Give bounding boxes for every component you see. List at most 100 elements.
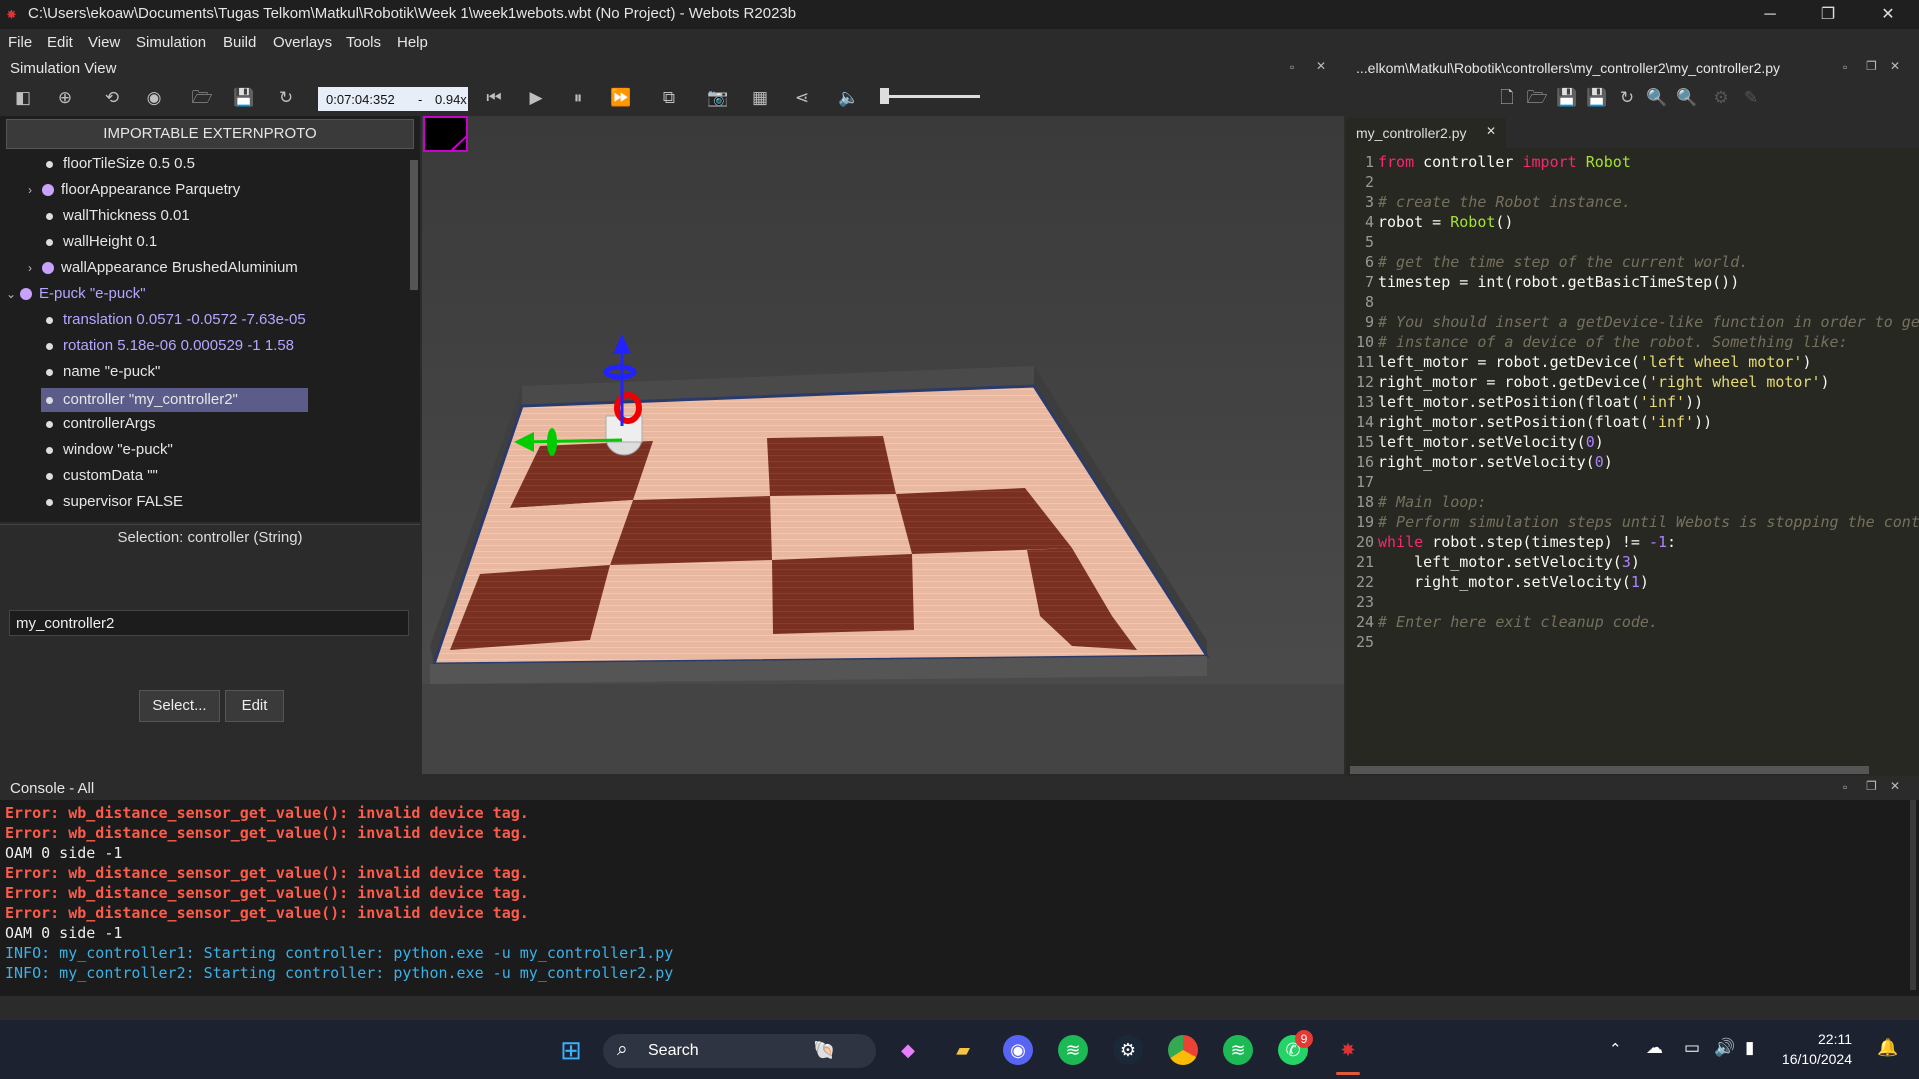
record-movie-icon[interactable]: ▦ bbox=[749, 87, 771, 109]
restore-button[interactable]: ❐ bbox=[1800, 0, 1856, 29]
code-line: 12 right_motor = robot.getDevice('right w… bbox=[1355, 373, 1830, 391]
float-panel-icon[interactable]: ▫ bbox=[1290, 60, 1294, 74]
tree-item-custom-data[interactable]: customData "" bbox=[46, 467, 158, 491]
tree-item-supervisor[interactable]: supervisor FALSE bbox=[46, 493, 183, 517]
network-icon[interactable]: ▭ bbox=[1684, 1038, 1700, 1058]
revert-icon[interactable]: ↻ bbox=[1616, 87, 1638, 109]
tree-item-rotation[interactable]: rotation 5.18e-06 0.000529 -1 1.58 bbox=[46, 337, 294, 361]
discord-icon[interactable]: ◉ bbox=[1003, 1035, 1033, 1065]
save-as-icon[interactable]: 💾 bbox=[1586, 87, 1608, 109]
camera-overlay[interactable] bbox=[423, 116, 468, 152]
menu-overlays[interactable]: Overlays bbox=[273, 34, 332, 51]
z-rotation-handle[interactable] bbox=[603, 364, 637, 380]
close-panel-icon[interactable]: ✕ bbox=[1890, 59, 1900, 73]
mute-icon[interactable]: 🔈 bbox=[838, 87, 860, 109]
save-world-icon[interactable]: 💾 bbox=[233, 87, 255, 109]
tree-scrollbar[interactable] bbox=[410, 160, 418, 290]
3d-scene[interactable] bbox=[422, 116, 1344, 774]
screenshot-icon[interactable]: 📷 bbox=[707, 87, 729, 109]
webots-icon[interactable]: ✸ bbox=[1333, 1035, 1363, 1065]
open-file-icon[interactable]: 🗁 bbox=[1526, 87, 1548, 109]
select-button[interactable]: Select... bbox=[139, 690, 220, 722]
show-hidden-icons[interactable]: ⌃ bbox=[1609, 1040, 1622, 1058]
menu-tools[interactable]: Tools bbox=[346, 34, 381, 51]
reset-simulation-icon[interactable]: ⏮ bbox=[483, 87, 505, 109]
reload-world-icon[interactable]: ↻ bbox=[275, 87, 297, 109]
expand-arrow-icon[interactable]: › bbox=[28, 183, 42, 197]
controller-field-input[interactable]: my_controller2 bbox=[9, 610, 409, 636]
menu-view[interactable]: View bbox=[88, 34, 120, 51]
spotify-icon[interactable]: ≋ bbox=[1223, 1035, 1253, 1065]
clean-icon[interactable]: ✎ bbox=[1740, 87, 1762, 109]
add-node-icon[interactable]: ⊕ bbox=[54, 87, 76, 109]
volume-icon[interactable]: 🔊 bbox=[1714, 1038, 1735, 1058]
battery-icon[interactable]: ▮ bbox=[1745, 1038, 1754, 1058]
tree-item-name[interactable]: name "e-puck" bbox=[46, 363, 160, 387]
tree-item-controller-args[interactable]: controllerArgs bbox=[46, 415, 156, 439]
3d-view[interactable] bbox=[422, 116, 1344, 774]
save-file-icon[interactable]: 💾 bbox=[1556, 87, 1578, 109]
fast-forward-icon[interactable]: ⏩ bbox=[610, 87, 632, 109]
close-panel-icon[interactable]: ✕ bbox=[1890, 779, 1900, 793]
new-file-icon[interactable]: 🗋 bbox=[1496, 87, 1518, 109]
menu-build[interactable]: Build bbox=[223, 34, 256, 51]
tab-label: my_controller2.py bbox=[1356, 125, 1467, 141]
menu-file[interactable]: File bbox=[8, 34, 32, 51]
maximize-panel-icon[interactable]: ❐ bbox=[1866, 59, 1877, 73]
step-icon[interactable]: ▶ bbox=[525, 87, 547, 109]
collapse-arrow-icon[interactable]: ⌄ bbox=[6, 287, 20, 301]
tree-item-epuck[interactable]: ⌄ E-puck "e-puck" bbox=[6, 285, 146, 309]
find-icon[interactable]: 🔍 bbox=[1646, 87, 1668, 109]
tree-item-translation[interactable]: translation 0.0571 -0.0572 -7.63e-05 bbox=[46, 311, 306, 335]
share-icon[interactable]: ⋖ bbox=[791, 87, 813, 109]
cloud-offline-icon[interactable]: ☁ bbox=[1646, 1038, 1663, 1058]
float-panel-icon[interactable]: ▫ bbox=[1843, 60, 1847, 74]
close-panel-icon[interactable]: ✕ bbox=[1316, 59, 1326, 73]
tab-my-controller2[interactable]: my_controller2.py ✕ bbox=[1346, 118, 1506, 148]
build-icon[interactable]: ⚙ bbox=[1710, 87, 1732, 109]
expand-arrow-icon[interactable]: › bbox=[28, 261, 42, 275]
y-axis-handle[interactable] bbox=[521, 438, 623, 444]
volume-slider[interactable] bbox=[880, 95, 980, 98]
open-world-icon[interactable]: 🗁 bbox=[191, 87, 213, 109]
pause-icon[interactable]: ⏸ bbox=[567, 87, 589, 109]
taskbar-search[interactable]: ⌕ Search 🐚 bbox=[603, 1034, 876, 1068]
chrome-icon[interactable] bbox=[1168, 1035, 1198, 1065]
tree-item-floor-appearance[interactable]: › floorAppearance Parquetry bbox=[28, 181, 240, 205]
menu-simulation[interactable]: Simulation bbox=[136, 34, 206, 51]
tree-item-wall-appearance[interactable]: › wallAppearance BrushedAluminium bbox=[28, 259, 298, 283]
taskbar-clock-date[interactable]: 16/10/2024 bbox=[1772, 1051, 1852, 1067]
steam-icon[interactable]: ⚙ bbox=[1113, 1035, 1143, 1065]
toggle-scene-tree-icon[interactable]: ◧ bbox=[12, 87, 34, 109]
edit-button[interactable]: Edit bbox=[225, 690, 284, 722]
tree-item-floor-tile-size[interactable]: floorTileSize 0.5 0.5 bbox=[46, 155, 195, 179]
minimize-button[interactable]: ─ bbox=[1742, 0, 1798, 29]
notification-bell-icon[interactable]: 🔔 bbox=[1877, 1038, 1898, 1058]
view-icon[interactable]: ◉ bbox=[143, 87, 165, 109]
y-rotation-handle[interactable] bbox=[547, 428, 557, 456]
replace-icon[interactable]: 🔍 bbox=[1676, 87, 1698, 109]
tree-item-window[interactable]: window "e-puck" bbox=[46, 441, 173, 465]
close-window-button[interactable]: ✕ bbox=[1860, 0, 1916, 29]
volume-slider-handle[interactable] bbox=[880, 88, 889, 104]
z-axis-arrow[interactable] bbox=[613, 334, 631, 354]
menu-help[interactable]: Help bbox=[397, 34, 428, 51]
rendering-icon[interactable]: ⧉ bbox=[658, 87, 680, 109]
importable-externproto-button[interactable]: IMPORTABLE EXTERNPROTO bbox=[6, 119, 414, 149]
reload-icon[interactable]: ⟲ bbox=[101, 87, 123, 109]
windows-start-icon[interactable]: ⊞ bbox=[556, 1035, 586, 1065]
tree-item-wall-thickness[interactable]: wallThickness 0.01 bbox=[46, 207, 190, 231]
spotify-icon[interactable]: ≋ bbox=[1058, 1035, 1088, 1065]
editor-horizontal-scrollbar[interactable] bbox=[1350, 766, 1869, 774]
tree-item-controller[interactable]: controller "my_controller2" bbox=[41, 388, 308, 412]
float-panel-icon[interactable]: ▫ bbox=[1843, 780, 1847, 794]
close-tab-icon[interactable]: ✕ bbox=[1486, 124, 1496, 138]
copilot-icon[interactable]: ◆ bbox=[893, 1035, 923, 1065]
tree-item-wall-height[interactable]: wallHeight 0.1 bbox=[46, 233, 157, 257]
console-scrollbar[interactable] bbox=[1910, 800, 1916, 990]
maximize-panel-icon[interactable]: ❐ bbox=[1866, 779, 1877, 793]
code-line: 15 left_motor.setVelocity(0) bbox=[1355, 433, 1604, 451]
taskbar-clock-time[interactable]: 22:11 bbox=[1772, 1031, 1852, 1047]
file-explorer-icon[interactable]: ▰ bbox=[948, 1035, 978, 1065]
menu-edit[interactable]: Edit bbox=[47, 34, 73, 51]
